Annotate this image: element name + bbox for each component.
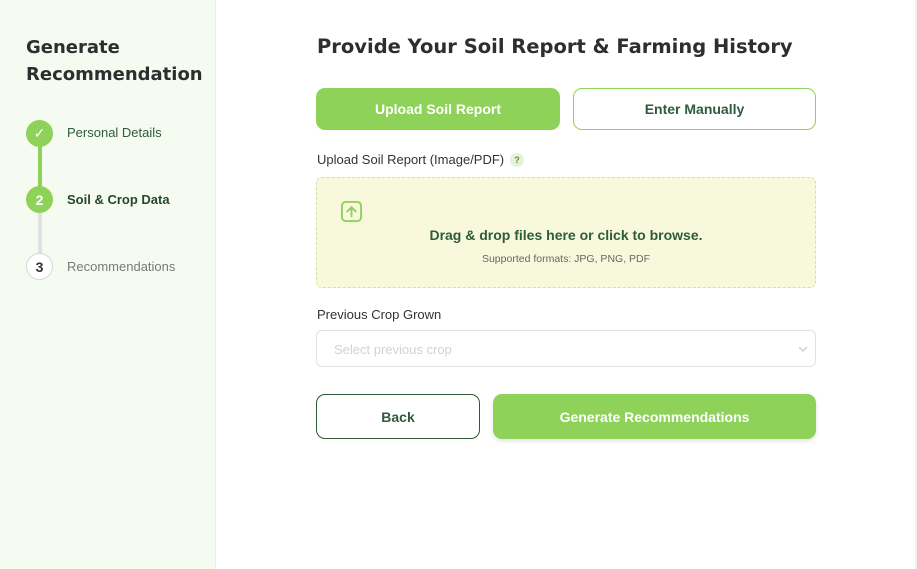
- sidebar-title: Generate Recommendation: [26, 37, 203, 85]
- back-button[interactable]: Back: [316, 394, 480, 439]
- step-1-label: Personal Details: [67, 125, 162, 140]
- file-dropzone[interactable]: Drag & drop files here or click to brows…: [316, 177, 816, 288]
- supported-formats-text: Supported formats: JPG, PNG, PDF: [481, 253, 651, 265]
- help-icon[interactable]: ?: [510, 153, 524, 167]
- step-3-number: 3: [26, 253, 53, 280]
- chevron-down-icon: [798, 346, 808, 352]
- upload-icon: [340, 200, 363, 223]
- step-2-number: 2: [26, 186, 53, 213]
- previous-crop-placeholder: Select previous crop: [334, 342, 452, 357]
- step-connector-complete: [38, 145, 42, 189]
- step-3-label: Recommendations: [67, 259, 176, 274]
- previous-crop-label: Previous Crop Grown: [317, 307, 442, 322]
- previous-crop-select[interactable]: Select previous crop: [316, 330, 816, 367]
- step-connector-upcoming: [38, 212, 42, 256]
- upload-field-label: Upload Soil Report (Image/PDF): [317, 152, 505, 167]
- step-2-label: Soil & Crop Data: [67, 192, 170, 207]
- generate-recommendations-button[interactable]: Generate Recommendations: [493, 394, 816, 439]
- app-frame: Generate Recommendation ✓ Personal Detai…: [0, 0, 917, 569]
- page-title: Provide Your Soil Report & Farming Histo…: [317, 35, 793, 58]
- enter-manually-tab[interactable]: Enter Manually: [573, 88, 816, 130]
- step-1-check-icon: ✓: [26, 120, 53, 147]
- dropzone-instructions: Drag & drop files here or click to brows…: [429, 227, 703, 243]
- progress-sidebar: Generate Recommendation ✓ Personal Detai…: [0, 0, 216, 569]
- upload-soil-report-tab[interactable]: Upload Soil Report: [316, 88, 560, 130]
